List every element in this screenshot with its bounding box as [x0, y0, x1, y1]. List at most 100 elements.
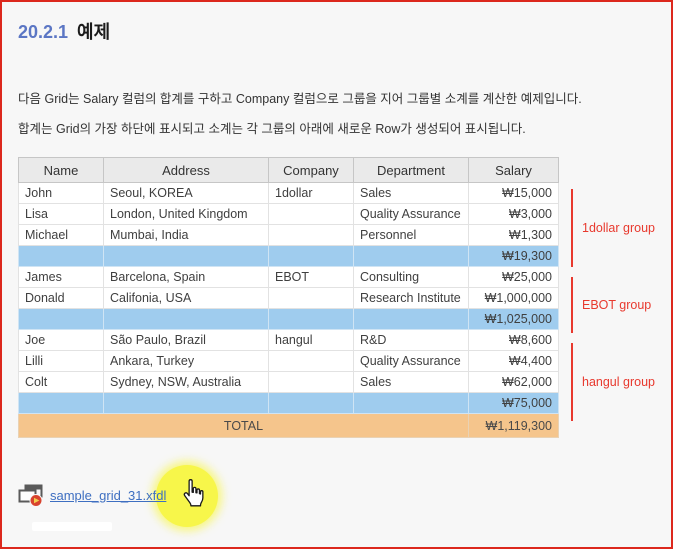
grid-cell: ₩3,000	[469, 204, 559, 225]
grid-cell: Personnel	[354, 225, 469, 246]
grid-cell: 1dollar	[269, 183, 354, 204]
grid-cell: John	[19, 183, 104, 204]
grid-body: JohnSeoul, KOREA1dollarSales₩15,000LisaL…	[19, 183, 559, 438]
table-row: JohnSeoul, KOREA1dollarSales₩15,000	[19, 183, 559, 204]
grid-cell	[269, 246, 354, 267]
bracket-line	[571, 189, 573, 267]
grid-cell	[354, 309, 469, 330]
grid-cell: Donald	[19, 288, 104, 309]
grid-cell	[104, 393, 269, 414]
column-header-name: Name	[19, 158, 104, 183]
grid-cell: ₩4,400	[469, 351, 559, 372]
description: 다음 Grid는 Salary 컬럼의 합계를 구하고 Company 컬럼으로…	[18, 84, 671, 144]
grid-cell: Colt	[19, 372, 104, 393]
table-row: DonaldCalifonia, USA Research Institute₩1…	[19, 288, 559, 309]
group-bracket-2: EBOT group	[569, 272, 673, 338]
grid-cell	[19, 309, 104, 330]
description-line-1: 다음 Grid는 Salary 컬럼의 합계를 구하고 Company 컬럼으로…	[18, 84, 671, 114]
grid-cell: Research Institute	[354, 288, 469, 309]
grid-cell	[269, 309, 354, 330]
grid-cell: Consulting	[354, 267, 469, 288]
grid-cell: Sales	[354, 183, 469, 204]
grid-cell: Joe	[19, 330, 104, 351]
grid-cell: Lisa	[19, 204, 104, 225]
grid-cell: Quality Assurance	[354, 351, 469, 372]
total-label: TOTAL	[19, 414, 469, 438]
grid-cell: ₩75,000	[469, 393, 559, 414]
grid-cell	[354, 246, 469, 267]
bracket-line	[571, 277, 573, 333]
grid-cell: ₩1,300	[469, 225, 559, 246]
total-row: TOTAL₩1,119,300	[19, 414, 559, 438]
status-popup-remnant	[32, 522, 112, 531]
grid-cell	[269, 351, 354, 372]
subtotal-row: ₩75,000	[19, 393, 559, 414]
grid-cell: Quality Assurance	[354, 204, 469, 225]
grid-header: NameAddressCompanyDepartmentSalary	[19, 158, 559, 183]
page: 20.2.1 예제 다음 Grid는 Salary 컬럼의 합계를 구하고 Com…	[2, 2, 671, 516]
grid-cell: ₩25,000	[469, 267, 559, 288]
description-line-2: 합계는 Grid의 가장 하단에 표시되고 소계는 각 그룹의 아래에 새로운 …	[18, 114, 671, 144]
section-number: 20.2.1	[18, 22, 68, 42]
table-row: JamesBarcelona, SpainEBOTConsulting₩25,0…	[19, 267, 559, 288]
salary-grid: NameAddressCompanyDepartmentSalary JohnS…	[18, 157, 559, 438]
grid-cell	[269, 288, 354, 309]
grid-cell: Sydney, NSW, Australia	[104, 372, 269, 393]
page-title: 20.2.1 예제	[18, 18, 671, 44]
grid-cell	[104, 309, 269, 330]
table-row: LilliAnkara, Turkey Quality Assurance₩4,4…	[19, 351, 559, 372]
grid-cell	[354, 393, 469, 414]
grid-cell: Seoul, KOREA	[104, 183, 269, 204]
grid-cell: Sales	[354, 372, 469, 393]
grid-area: NameAddressCompanyDepartmentSalary JohnS…	[18, 157, 671, 438]
column-header-company: Company	[269, 158, 354, 183]
column-header-department: Department	[354, 158, 469, 183]
group-label: 1dollar group	[582, 221, 655, 235]
grid-cell: ₩15,000	[469, 183, 559, 204]
column-header-address: Address	[104, 158, 269, 183]
table-row: ColtSydney, NSW, Australia Sales₩62,000	[19, 372, 559, 393]
group-bracket-1: 1dollar group	[569, 184, 673, 272]
grid-cell: Michael	[19, 225, 104, 246]
hand-cursor-icon	[176, 477, 208, 516]
grid-cell: Mumbai, India	[104, 225, 269, 246]
column-header-salary: Salary	[469, 158, 559, 183]
group-annotations: 1dollar group EBOT group hangul group	[569, 184, 673, 438]
grid-cell	[269, 204, 354, 225]
bracket-line	[571, 343, 573, 421]
grid-cell: James	[19, 267, 104, 288]
grid-cell	[269, 372, 354, 393]
grid-cell: Ankara, Turkey	[104, 351, 269, 372]
group-label: hangul group	[582, 375, 655, 389]
grid-cell: hangul	[269, 330, 354, 351]
grid-cell	[104, 246, 269, 267]
table-row: JoeSão Paulo, BrazilhangulR&D₩8,600	[19, 330, 559, 351]
grid-cell: São Paulo, Brazil	[104, 330, 269, 351]
sample-file-link[interactable]: sample_grid_31.xfdl	[50, 488, 166, 503]
grid-cell: London, United Kingdom	[104, 204, 269, 225]
sample-link-row: sample_grid_31.xfdl	[18, 474, 418, 516]
grid-cell	[269, 393, 354, 414]
group-bracket-3: hangul group	[569, 338, 673, 426]
total-value: ₩1,119,300	[469, 414, 559, 438]
run-sample-icon[interactable]	[18, 483, 44, 508]
grid-cell: ₩1,025,000	[469, 309, 559, 330]
grid-cell: R&D	[354, 330, 469, 351]
section-title: 예제	[77, 22, 110, 42]
grid-cell: ₩1,000,000	[469, 288, 559, 309]
grid-cell: ₩62,000	[469, 372, 559, 393]
grid-cell	[19, 246, 104, 267]
grid-cell	[19, 393, 104, 414]
grid-cell: EBOT	[269, 267, 354, 288]
grid-cell: ₩8,600	[469, 330, 559, 351]
grid-cell: ₩19,300	[469, 246, 559, 267]
grid-cell: Califonia, USA	[104, 288, 269, 309]
grid-cell	[269, 225, 354, 246]
table-row: LisaLondon, United Kingdom Quality Assura…	[19, 204, 559, 225]
table-row: MichaelMumbai, India Personnel₩1,300	[19, 225, 559, 246]
subtotal-row: ₩19,300	[19, 246, 559, 267]
subtotal-row: ₩1,025,000	[19, 309, 559, 330]
grid-cell: Barcelona, Spain	[104, 267, 269, 288]
group-label: EBOT group	[582, 298, 651, 312]
grid-cell: Lilli	[19, 351, 104, 372]
